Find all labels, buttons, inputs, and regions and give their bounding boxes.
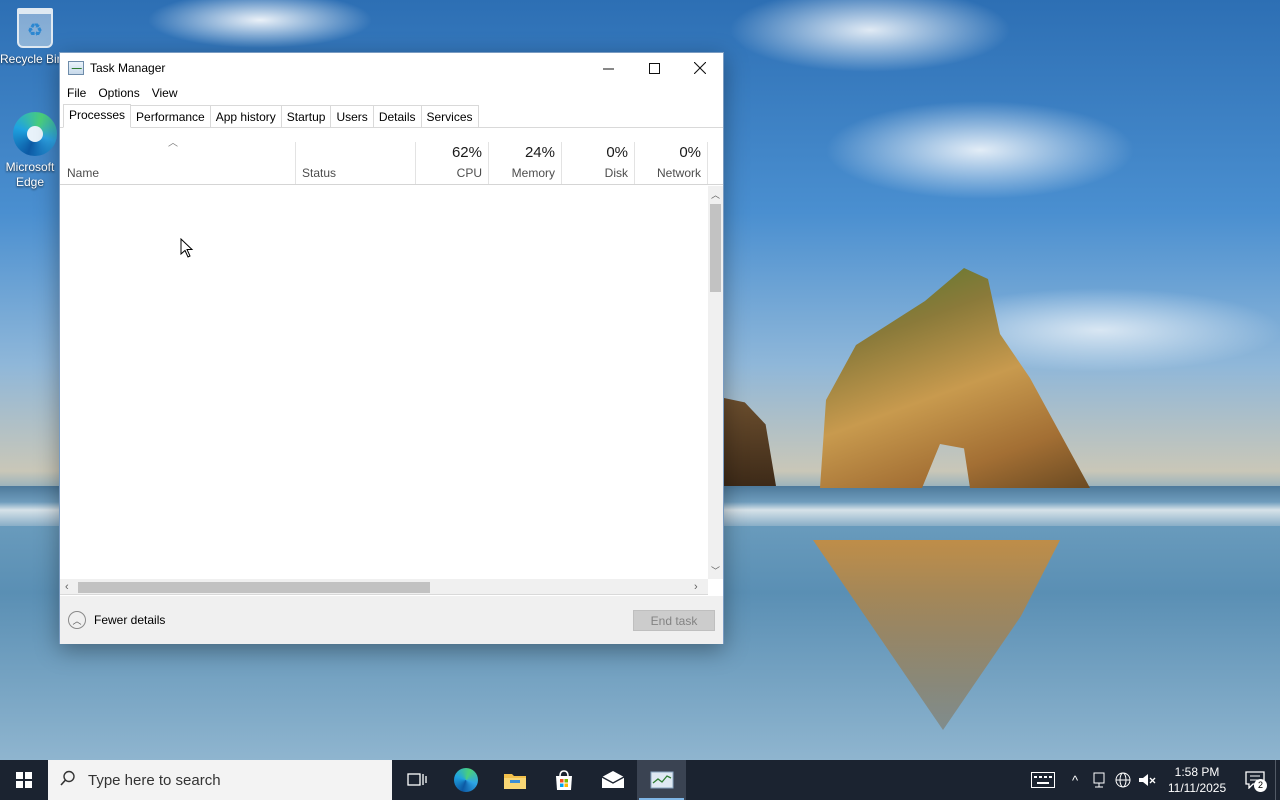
vertical-scroll-thumb[interactable]	[710, 204, 721, 292]
edge-icon	[13, 112, 57, 156]
windows-logo-icon	[16, 772, 32, 788]
scroll-up-icon[interactable]: ︿	[711, 188, 720, 201]
horizontal-scroll-thumb[interactable]	[78, 582, 430, 593]
chevron-up-circle-icon: ︿	[68, 611, 86, 629]
network-globe-icon[interactable]	[1111, 760, 1135, 800]
keyboard-icon[interactable]	[1023, 760, 1063, 800]
column-status[interactable]: Status	[296, 128, 415, 184]
end-task-button[interactable]: End task	[633, 610, 715, 631]
desktop-icon-label: Recycle Bin	[0, 52, 60, 66]
taskbar-task-manager-button[interactable]	[637, 760, 686, 800]
clock-date: 11/11/2025	[1167, 781, 1227, 795]
vertical-scrollbar[interactable]: ︿ ﹀	[708, 186, 723, 579]
tab-users[interactable]: Users	[330, 105, 374, 127]
horizontal-scrollbar[interactable]: ‹ ›	[60, 579, 708, 595]
column-name-label: Name	[67, 166, 100, 180]
menu-bar: File Options View	[60, 83, 723, 103]
edge-icon	[453, 768, 478, 792]
minimize-icon	[602, 68, 614, 69]
taskbar-mail-button[interactable]	[588, 760, 637, 800]
task-manager-window: Task Manager File Options View Processes…	[59, 52, 724, 644]
scroll-right-icon[interactable]: ›	[694, 581, 698, 593]
disk-percent: 0%	[606, 144, 628, 161]
window-title: Task Manager	[90, 61, 166, 75]
mail-icon	[601, 771, 624, 788]
task-view-icon	[406, 773, 427, 786]
window-controls	[585, 53, 723, 83]
tab-startup[interactable]: Startup	[280, 105, 332, 127]
task-manager-icon	[68, 61, 84, 75]
cpu-percent: 62%	[451, 144, 482, 161]
tab-details[interactable]: Details	[372, 105, 422, 127]
store-icon	[555, 770, 572, 790]
search-icon	[60, 770, 86, 791]
menu-file[interactable]: File	[67, 86, 93, 100]
tab-performance[interactable]: Performance	[130, 105, 211, 127]
recycle-bin-icon	[17, 8, 53, 48]
tab-services[interactable]: Services	[420, 105, 479, 127]
taskbar-edge-button[interactable]	[441, 760, 490, 800]
start-button[interactable]	[0, 760, 48, 800]
wallpaper-rock-arch	[820, 268, 1090, 488]
task-manager-icon	[650, 771, 673, 789]
taskbar: Type here to search ^ 1:58 PM 11/11/2025…	[0, 760, 1280, 800]
close-button[interactable]	[677, 53, 723, 83]
column-name[interactable]: ︿ Name	[60, 128, 295, 184]
scroll-down-icon[interactable]: ﹀	[711, 564, 720, 577]
column-cpu-label: CPU	[456, 166, 482, 180]
wallpaper-reflection	[813, 540, 1060, 730]
column-cpu[interactable]: 62% CPU	[416, 128, 488, 184]
sort-ascending-icon: ︿	[168, 138, 178, 149]
fewer-details-label: Fewer details	[94, 613, 166, 627]
memory-percent: 24%	[524, 144, 555, 161]
minimize-button[interactable]	[585, 53, 631, 83]
task-view-button[interactable]	[392, 760, 441, 800]
device-icon[interactable]	[1087, 760, 1111, 800]
process-list[interactable]	[60, 186, 708, 579]
column-disk[interactable]: 0% Disk	[562, 128, 634, 184]
chevron-up-icon[interactable]: ^	[1063, 760, 1087, 800]
fewer-details-button[interactable]: ︿ Fewer details	[68, 611, 165, 629]
column-network-label: Network	[656, 166, 701, 180]
search-placeholder: Type here to search	[88, 771, 221, 789]
column-divider[interactable]	[707, 142, 708, 184]
volume-muted-icon[interactable]	[1135, 760, 1159, 800]
taskbar-search-box[interactable]: Type here to search	[48, 760, 392, 800]
maximize-icon	[648, 62, 660, 74]
window-footer: ︿ Fewer details End task	[60, 596, 723, 644]
clock-time: 1:58 PM	[1174, 765, 1220, 779]
network-percent: 0%	[679, 144, 701, 161]
taskbar-file-explorer-button[interactable]	[490, 760, 539, 800]
file-explorer-icon	[503, 774, 526, 789]
notification-count-badge: 2	[1254, 779, 1267, 792]
show-desktop-button[interactable]	[1275, 760, 1280, 800]
taskbar-store-button[interactable]	[539, 760, 588, 800]
title-bar[interactable]: Task Manager	[60, 53, 723, 83]
menu-view[interactable]: View	[152, 86, 185, 100]
column-status-label: Status	[302, 166, 337, 180]
column-memory[interactable]: 24% Memory	[489, 128, 561, 184]
tab-processes[interactable]: Processes	[63, 104, 132, 128]
desktop-icon-label: Microsoft Edge	[5, 160, 55, 189]
tab-app-history[interactable]: App history	[209, 105, 282, 127]
wallpaper-small-rock	[724, 398, 776, 486]
action-center-button[interactable]: 2	[1235, 760, 1275, 800]
close-icon	[694, 62, 706, 74]
maximize-button[interactable]	[631, 53, 677, 83]
scroll-left-icon[interactable]: ‹	[65, 581, 69, 593]
column-memory-label: Memory	[511, 166, 555, 180]
column-disk-label: Disk	[604, 166, 628, 180]
system-tray: ^ 1:58 PM 11/11/2025 2	[1023, 760, 1280, 800]
process-column-header: ︿ Name Status 62% CPU 24% Memory 0% Disk…	[60, 128, 723, 185]
taskbar-clock[interactable]: 1:58 PM 11/11/2025	[1159, 764, 1235, 796]
column-network[interactable]: 0% Network	[635, 128, 707, 184]
menu-options[interactable]: Options	[98, 86, 146, 100]
tab-strip: Processes Performance App history Startu…	[60, 103, 723, 128]
